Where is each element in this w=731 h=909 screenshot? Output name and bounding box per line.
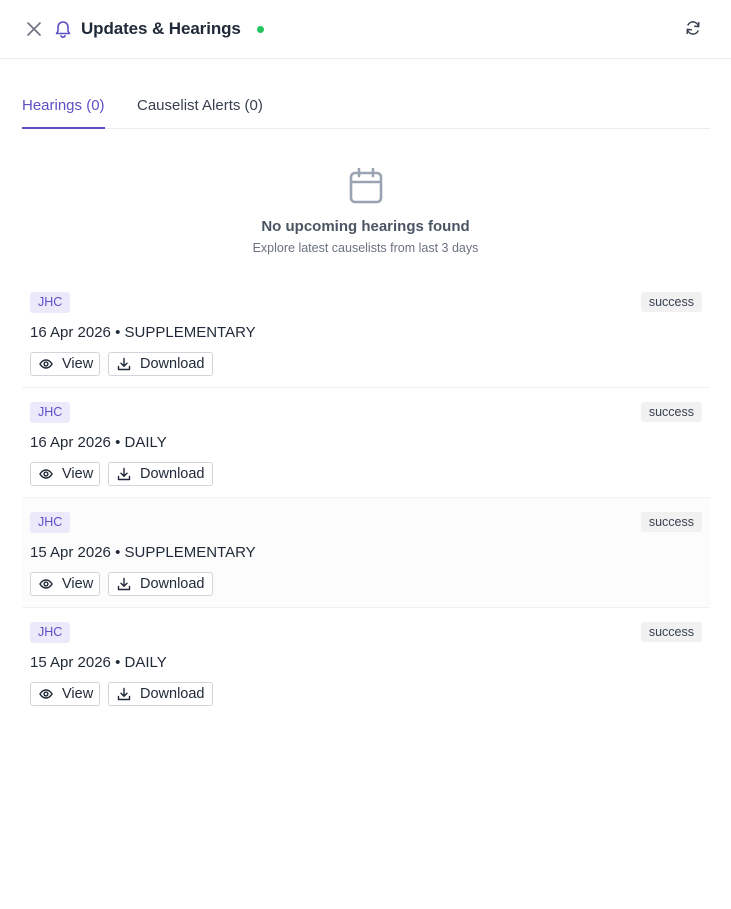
causelist-meta: 16 Apr 2026 • SUPPLEMENTARY — [30, 324, 256, 341]
download-label: Download — [140, 686, 205, 702]
download-label: Download — [140, 356, 205, 372]
panel-title: Updates & Hearings — [81, 19, 241, 38]
tab-hearings[interactable]: Hearings (0) — [22, 88, 105, 129]
view-label: View — [62, 356, 94, 372]
list-item: JHC success 16 Apr 2026 • SUPPLEMENTARY … — [22, 278, 710, 388]
causelist-meta: 15 Apr 2026 • DAILY — [30, 654, 167, 671]
panel-header: Updates & Hearings — [0, 0, 731, 59]
causelist-type: DAILY — [124, 654, 167, 671]
court-badge: JHC — [30, 622, 71, 643]
download-icon — [117, 357, 131, 371]
view-button[interactable]: View — [30, 572, 100, 596]
empty-state-title: No upcoming hearings found — [261, 218, 470, 235]
tab-bar: Hearings (0) Causelist Alerts (0) — [22, 88, 710, 129]
view-label: View — [62, 686, 94, 702]
list-item: JHC success 15 Apr 2026 • DAILY View Dow… — [22, 608, 710, 718]
court-badge: JHC — [30, 512, 71, 533]
live-status-dot — [256, 25, 264, 33]
download-label: Download — [140, 466, 205, 482]
bell-icon — [53, 19, 73, 39]
causelist-meta: 15 Apr 2026 • SUPPLEMENTARY — [30, 544, 256, 561]
status-badge: success — [640, 292, 702, 312]
download-label: Download — [140, 576, 205, 592]
status-badge: success — [640, 402, 702, 422]
court-badge: JHC — [30, 292, 71, 313]
empty-state-subtitle: Explore latest causelists from last 3 da… — [252, 241, 479, 255]
status-badge: success — [640, 512, 702, 532]
eye-icon — [39, 357, 53, 371]
view-button[interactable]: View — [30, 352, 100, 376]
causelist-type: DAILY — [124, 434, 167, 451]
eye-icon — [39, 687, 53, 701]
eye-icon — [39, 467, 53, 481]
court-badge: JHC — [30, 402, 71, 423]
view-label: View — [62, 466, 94, 482]
tab-causelist-alerts[interactable]: Causelist Alerts (0) — [137, 88, 263, 129]
causelist-meta: 16 Apr 2026 • DAILY — [30, 434, 167, 451]
view-label: View — [62, 576, 94, 592]
download-button[interactable]: Download — [108, 462, 213, 486]
download-button[interactable]: Download — [108, 352, 213, 376]
download-icon — [117, 467, 131, 481]
refresh-icon[interactable] — [683, 18, 703, 38]
close-icon[interactable] — [24, 19, 44, 39]
causelist-date: 16 Apr 2026 — [30, 434, 111, 451]
causelist-list: JHC success 16 Apr 2026 • SUPPLEMENTARY … — [22, 278, 710, 718]
causelist-date: 16 Apr 2026 — [30, 324, 111, 341]
calendar-icon — [349, 167, 383, 205]
causelist-type: SUPPLEMENTARY — [124, 324, 256, 341]
download-icon — [117, 687, 131, 701]
list-item: JHC success 16 Apr 2026 • DAILY View Dow… — [22, 388, 710, 498]
causelist-type: SUPPLEMENTARY — [124, 544, 256, 561]
download-button[interactable]: Download — [108, 572, 213, 596]
download-icon — [117, 577, 131, 591]
causelist-date: 15 Apr 2026 — [30, 654, 111, 671]
status-badge: success — [640, 622, 702, 642]
causelist-date: 15 Apr 2026 — [30, 544, 111, 561]
download-button[interactable]: Download — [108, 682, 213, 706]
empty-state: No upcoming hearings found Explore lates… — [0, 167, 731, 255]
view-button[interactable]: View — [30, 462, 100, 486]
list-item: JHC success 15 Apr 2026 • SUPPLEMENTARY … — [22, 498, 710, 608]
view-button[interactable]: View — [30, 682, 100, 706]
eye-icon — [39, 577, 53, 591]
